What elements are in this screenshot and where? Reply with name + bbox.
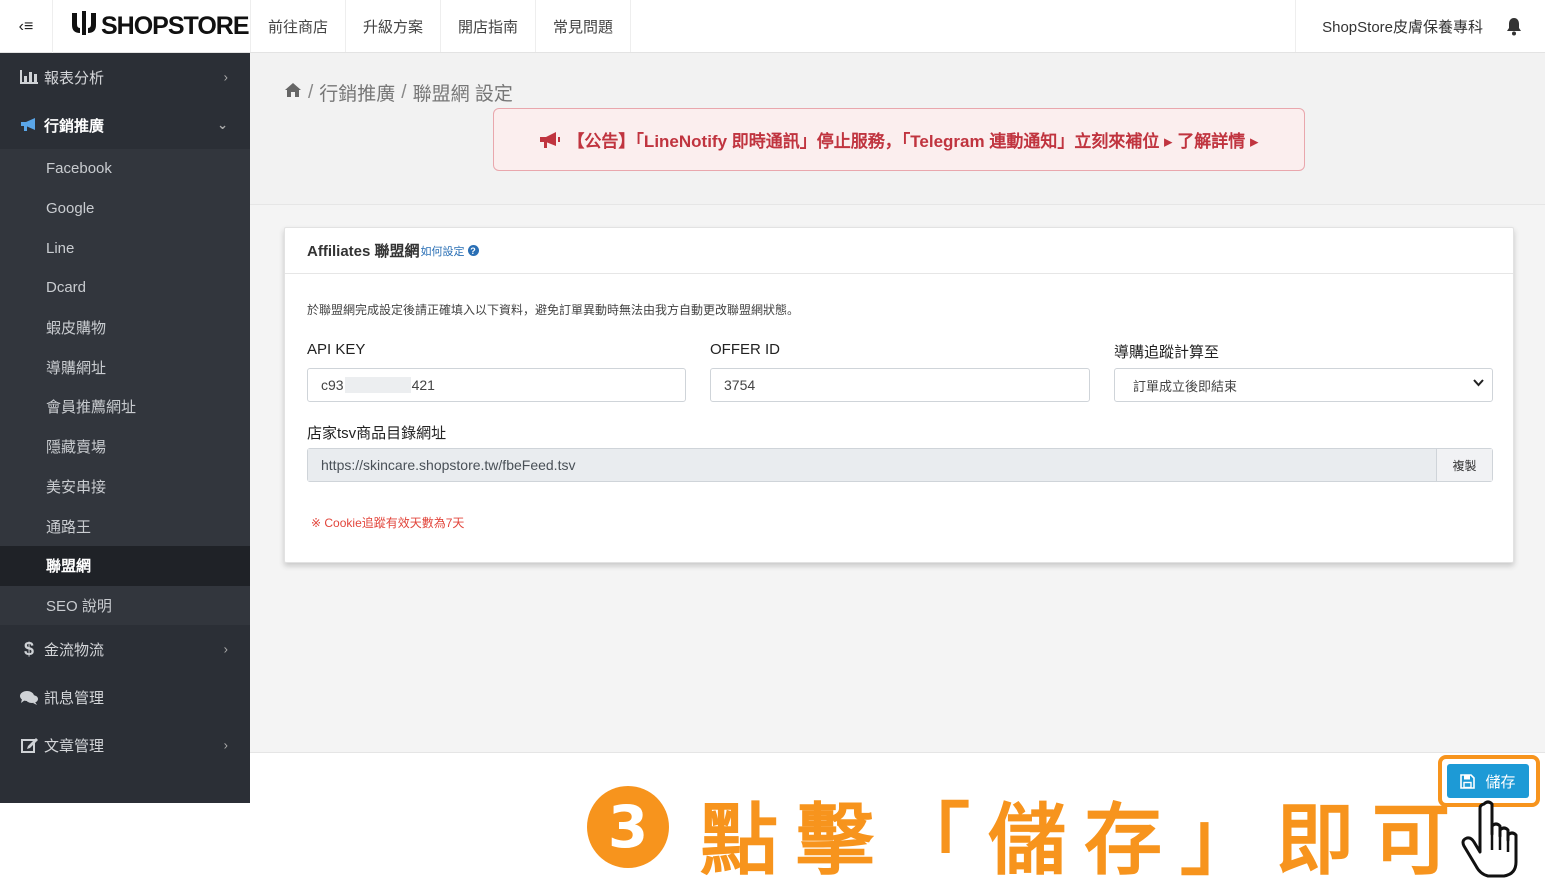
nav-store-guide[interactable]: 開店指南 bbox=[441, 0, 537, 52]
tsv-url-field[interactable]: https://skincare.shopstore.tw/fbeFeed.ts… bbox=[308, 449, 1436, 481]
submenu-item-referral-url[interactable]: 導購網址 bbox=[0, 347, 250, 387]
step-number-badge: 3 bbox=[587, 786, 669, 868]
sidebar-item-label: 金流物流 bbox=[44, 641, 105, 659]
how-to-setup-link[interactable]: 如何設定 ? bbox=[421, 243, 479, 259]
card-header: Affiliates 聯盟網 如何設定 ? bbox=[285, 228, 1513, 274]
question-circle-icon: ? bbox=[467, 245, 479, 256]
nav-go-to-store[interactable]: 前往商店 bbox=[251, 0, 347, 52]
logo-mark-icon bbox=[69, 9, 99, 44]
nav-faq[interactable]: 常見問題 bbox=[536, 0, 632, 52]
announcement-banner[interactable]: 【公告】「LineNotify 即時通訊」停止服務，「Telegram 連動通知… bbox=[493, 108, 1305, 171]
chevron-down-icon bbox=[1473, 378, 1484, 390]
sidebar-item-messages[interactable]: 訊息管理 bbox=[0, 673, 250, 721]
sidebar-item-label: 文章管理 bbox=[44, 737, 105, 755]
nav-upgrade-plan[interactable]: 升級方案 bbox=[346, 0, 442, 52]
marketing-submenu: Facebook Google Line Dcard 蝦皮購物 導購網址 會員推… bbox=[0, 149, 250, 626]
chevron-right-icon: › bbox=[223, 737, 228, 753]
submenu-item-shopee[interactable]: 蝦皮購物 bbox=[0, 308, 250, 348]
home-icon[interactable] bbox=[284, 82, 302, 104]
masked-region bbox=[344, 377, 411, 393]
comments-icon bbox=[18, 690, 40, 705]
submenu-item-hidden-store[interactable]: 隱藏賣場 bbox=[0, 427, 250, 467]
offer-id-label: OFFER ID bbox=[710, 341, 780, 358]
tsv-url-group: https://skincare.shopstore.tw/fbeFeed.ts… bbox=[307, 448, 1493, 482]
submenu-item-market-america[interactable]: 美安串接 bbox=[0, 467, 250, 507]
sidebar-item-label: 報表分析 bbox=[44, 69, 105, 87]
tracking-select[interactable]: 訂單成立後即結束 bbox=[1114, 368, 1493, 402]
sidebar-item-label: 訊息管理 bbox=[44, 689, 105, 707]
megaphone-icon bbox=[539, 131, 561, 149]
submenu-item-member-referral[interactable]: 會員推薦網址 bbox=[0, 387, 250, 427]
top-bar: ‹≡ SHOPSTORE 前往商店 升級方案 開店指南 常見問題 ShopSto… bbox=[0, 0, 1545, 53]
cookie-note: ※ Cookie追蹤有效天數為7天 bbox=[311, 516, 465, 530]
breadcrumb-separator: / bbox=[308, 81, 314, 103]
sidebar-item-label: 行銷推廣 bbox=[44, 117, 105, 135]
chevron-down-icon: ⌄ bbox=[217, 117, 228, 132]
submenu-item-line[interactable]: Line bbox=[0, 228, 250, 268]
card-title: Affiliates 聯盟網 bbox=[307, 243, 420, 260]
hand-pointer-icon bbox=[1458, 800, 1528, 885]
bell-icon[interactable] bbox=[1505, 0, 1545, 52]
chevron-right-icon: › bbox=[223, 641, 228, 657]
sidebar: 報表分析 › 行銷推廣 ⌄ Facebook Google Line Dcard… bbox=[0, 53, 250, 803]
breadcrumb-separator: / bbox=[401, 81, 407, 103]
logo-text: SHOPSTORE bbox=[101, 11, 250, 40]
affiliates-settings-card: Affiliates 聯盟網 如何設定 ? 於聯盟網完成設定後請正確填入以下資料… bbox=[284, 227, 1514, 563]
top-spacer bbox=[631, 0, 1295, 52]
card-description: 於聯盟網完成設定後請正確填入以下資料，避免訂單異動時無法由我方自動更改聯盟網狀態… bbox=[307, 303, 800, 317]
announcement-text: 【公告】「LineNotify 即時通訊」停止服務，「Telegram 連動通知… bbox=[567, 132, 1259, 151]
submenu-item-google[interactable]: Google bbox=[0, 189, 250, 229]
store-name-link[interactable]: ShopStore皮膚保養專科 bbox=[1295, 0, 1505, 52]
bar-chart-icon bbox=[18, 70, 40, 84]
breadcrumb: / 行銷推廣 / 聯盟網 設定 bbox=[284, 79, 513, 106]
step-instruction-text: 點擊「儲存」即可！ bbox=[700, 796, 1545, 886]
edit-icon bbox=[18, 737, 40, 754]
sidebar-item-payment-logistics[interactable]: $ 金流物流 › bbox=[0, 625, 250, 673]
breadcrumb-marketing[interactable]: 行銷推廣 bbox=[319, 79, 395, 106]
copy-button[interactable]: 複製 bbox=[1436, 449, 1492, 481]
sidebar-item-articles[interactable]: 文章管理 › bbox=[0, 721, 250, 769]
submenu-item-dcard[interactable]: Dcard bbox=[0, 268, 250, 308]
dollar-icon: $ bbox=[23, 638, 34, 659]
submenu-item-facebook[interactable]: Facebook bbox=[0, 149, 250, 189]
shopstore-logo[interactable]: SHOPSTORE bbox=[53, 0, 251, 52]
tracking-label: 導購追蹤計算至 bbox=[1114, 344, 1220, 361]
submenu-item-affiliates[interactable]: 聯盟網 bbox=[0, 545, 250, 586]
offer-id-input[interactable]: 3754 bbox=[710, 368, 1090, 402]
submenu-item-seo-guide[interactable]: SEO 說明 bbox=[0, 586, 250, 626]
api-key-label: API KEY bbox=[307, 341, 366, 358]
sidebar-item-marketing[interactable]: 行銷推廣 ⌄ bbox=[0, 101, 250, 149]
bullhorn-icon bbox=[18, 117, 40, 133]
page-header: / 行銷推廣 / 聯盟網 設定 【公告】「LineNotify 即時通訊」停止服… bbox=[250, 53, 1545, 205]
breadcrumb-current: 聯盟網 設定 bbox=[412, 84, 513, 105]
sidebar-toggle-button[interactable]: ‹≡ bbox=[0, 0, 53, 53]
tsv-url-label: 店家tsv商品目錄網址 bbox=[307, 425, 447, 442]
submenu-item-channel-king[interactable]: 通路王 bbox=[0, 506, 250, 546]
main-content: / 行銷推廣 / 聯盟網 設定 【公告】「LineNotify 即時通訊」停止服… bbox=[250, 53, 1545, 752]
api-key-input[interactable]: c93 421 bbox=[307, 368, 686, 402]
chevron-right-icon: › bbox=[223, 69, 228, 85]
sidebar-item-reports[interactable]: 報表分析 › bbox=[0, 53, 250, 101]
